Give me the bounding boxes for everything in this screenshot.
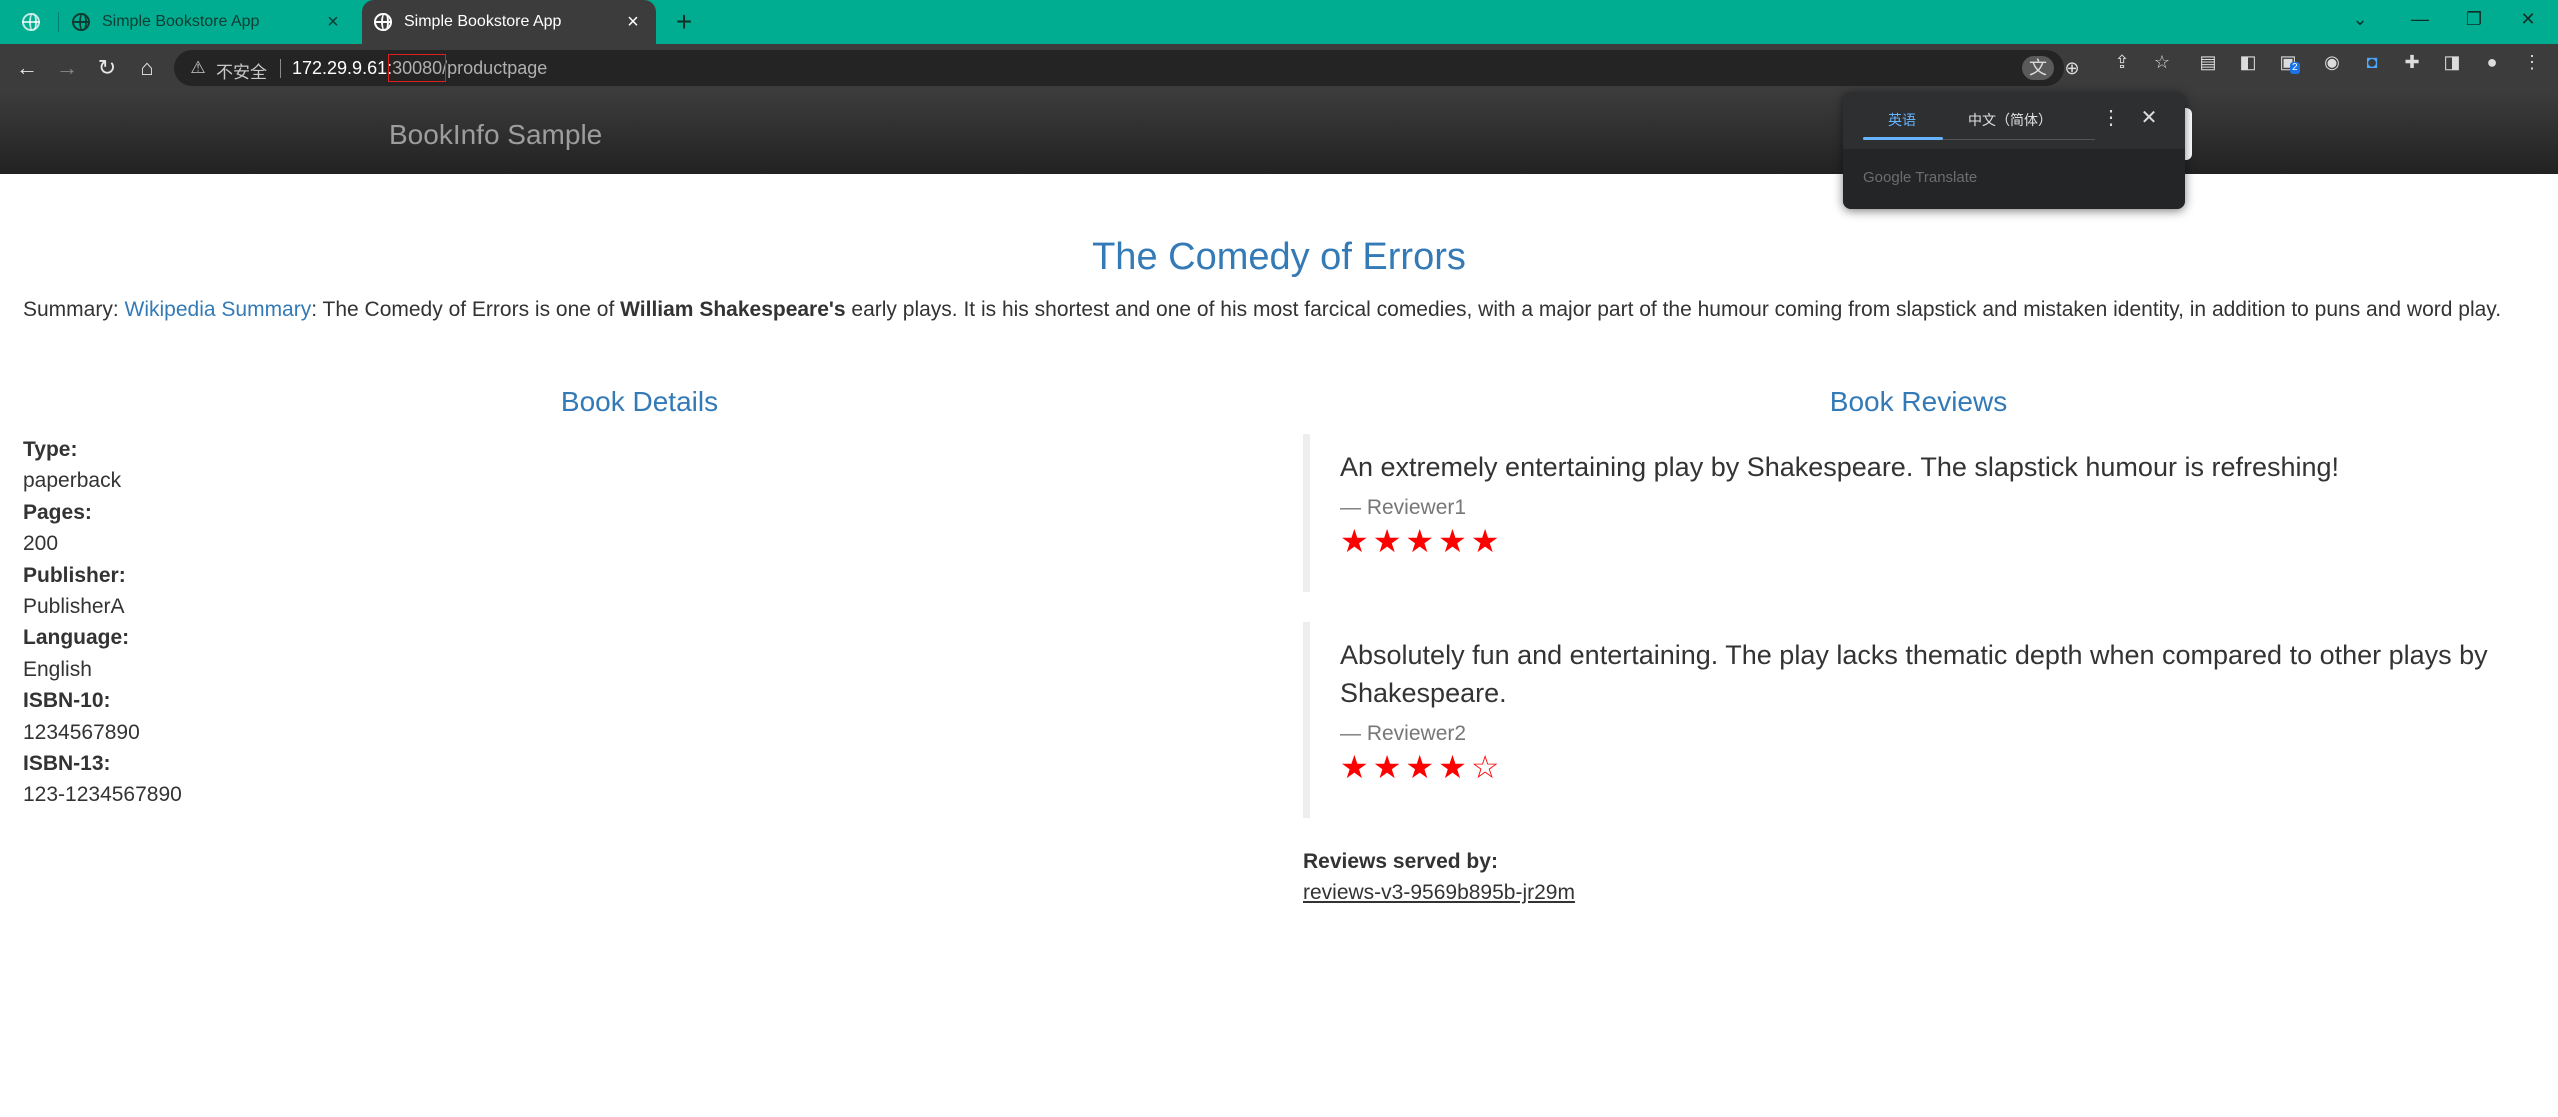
review-text: Absolutely fun and entertaining. The pla… <box>1340 640 2488 708</box>
detail-value: PublisherA <box>23 594 125 618</box>
tab-title: Simple Bookstore App <box>102 13 260 30</box>
url-port: 30080 <box>388 54 447 82</box>
tab-title: Simple Bookstore App <box>404 13 562 30</box>
extensions-puzzle-icon[interactable]: ✚ <box>2400 50 2424 74</box>
globe-icon <box>374 13 392 31</box>
share-icon[interactable]: ⇪ <box>2110 50 2134 74</box>
detail-label: ISBN-13: <box>23 751 111 775</box>
extension-badge-icon[interactable]: ▣ 2 <box>2276 50 2300 74</box>
bookmark-star-icon[interactable]: ☆ <box>2150 50 2174 74</box>
detail-value: paperback <box>23 469 122 493</box>
translate-active-underline <box>1863 137 1943 140</box>
reviews-served-by-pod[interactable]: reviews-v3-9569b895b-jr29m <box>1303 881 1575 905</box>
new-tab-button[interactable]: + <box>670 8 698 36</box>
zoom-icon[interactable]: ⊕ <box>2060 56 2084 80</box>
tab-search-button[interactable]: ⌄ <box>2330 0 2390 40</box>
url-host: 172.29.9.61: <box>292 58 393 78</box>
translate-header: 英语 中文（简体） ⋮ ✕ <box>1843 92 2185 149</box>
translate-popup: 英语 中文（简体） ⋮ ✕ Google Translate <box>1843 92 2185 209</box>
review-author: — Reviewer2 <box>1340 722 1467 745</box>
star-rating: ★★★★☆ <box>1340 748 1504 786</box>
extension-badge-count: 2 <box>2290 62 2300 74</box>
forward-arrow-icon[interactable]: → <box>53 54 81 82</box>
reload-icon[interactable]: ↻ <box>93 54 121 82</box>
omnibox-divider <box>280 59 281 78</box>
book-details-heading: Book Details <box>560 386 719 417</box>
book-reviews-heading: Book Reviews <box>1829 386 2008 417</box>
back-arrow-icon[interactable]: ← <box>13 54 41 82</box>
restore-button[interactable]: ❐ <box>2444 0 2504 40</box>
url-path: /productpage <box>442 58 548 78</box>
address-bar[interactable]: ⚠ 不安全 172.29.9.61:30080/productpage 文 ⊕ <box>174 50 2080 86</box>
book-details-list: Type: paperback Pages: 200 Publisher: Pu… <box>23 434 182 811</box>
detail-value: 1234567890 <box>23 720 140 744</box>
detail-label: Pages: <box>23 500 92 524</box>
side-panel-icon[interactable]: ◨ <box>2440 50 2464 74</box>
browser-toolbar: ← → ↻ ⌂ ⚠ 不安全 172.29.9.61:30080/productp… <box>0 44 2558 92</box>
book-summary: Summary: Wikipedia Summary: The Comedy o… <box>23 294 2543 325</box>
navbar-brand[interactable]: BookInfo Sample <box>389 119 602 151</box>
book-title: The Comedy of Errors <box>1092 236 1466 278</box>
translate-icon[interactable]: 文 <box>2022 56 2054 80</box>
tab-close-icon[interactable]: × <box>622 11 644 33</box>
translate-source-tab[interactable]: 英语 <box>1888 110 1916 130</box>
detail-value: English <box>23 657 92 681</box>
tab-separator <box>58 12 59 32</box>
translate-target-tab[interactable]: 中文（简体） <box>1968 110 2052 130</box>
review-card: Absolutely fun and entertaining. The pla… <box>1303 622 2533 818</box>
tab-inactive[interactable]: Simple Bookstore App × <box>70 0 356 44</box>
more-options-icon[interactable]: ⋮ <box>2099 106 2123 130</box>
review-author: — Reviewer1 <box>1340 496 1467 519</box>
url-text[interactable]: 172.29.9.61:30080/productpage <box>292 54 548 82</box>
reviews-served-by-label: Reviews served by: <box>1303 850 1498 873</box>
extension-list-icon[interactable]: ▤ <box>2196 50 2220 74</box>
extension-camera-icon[interactable]: ◉ <box>2320 50 2344 74</box>
tab-close-icon[interactable]: × <box>322 11 344 33</box>
close-window-button[interactable]: ✕ <box>2498 0 2558 40</box>
tab-active[interactable]: Simple Bookstore App × <box>362 0 656 44</box>
close-icon[interactable]: ✕ <box>2137 106 2161 130</box>
review-card: An extremely entertaining play by Shakes… <box>1303 434 2533 592</box>
pinned-tab[interactable] <box>22 0 62 44</box>
summary-text-1: : The Comedy of Errors is one of <box>311 298 621 321</box>
review-text: An extremely entertaining play by Shakes… <box>1340 452 2340 482</box>
star-rating: ★★★★★ <box>1340 522 1504 560</box>
detail-label: ISBN-10: <box>23 689 111 713</box>
summary-text-2: early plays. It is his shortest and one … <box>845 298 2502 321</box>
security-label[interactable]: 不安全 <box>216 58 267 83</box>
menu-icon[interactable]: ⋮ <box>2520 50 2544 74</box>
tab-strip: Simple Bookstore App × Simple Bookstore … <box>0 0 2558 44</box>
globe-icon <box>72 13 90 31</box>
detail-label: Language: <box>23 626 130 650</box>
wikipedia-summary-link[interactable]: Wikipedia Summary <box>125 298 312 321</box>
extension-blue-icon[interactable]: ◘ <box>2360 50 2384 74</box>
google-translate-label: Google Translate <box>1863 169 1978 186</box>
warning-icon[interactable]: ⚠ <box>188 58 208 78</box>
profile-icon[interactable]: ● <box>2480 50 2504 74</box>
detail-label: Publisher: <box>23 563 126 587</box>
detail-value: 123-1234567890 <box>23 783 182 807</box>
summary-author: William Shakespeare's <box>620 298 846 321</box>
extension-chat-icon[interactable]: ◧ <box>2236 50 2260 74</box>
detail-value: 200 <box>23 532 59 556</box>
home-icon[interactable]: ⌂ <box>133 54 161 82</box>
translate-body: Google Translate <box>1843 149 2185 209</box>
detail-label: Type: <box>23 438 78 461</box>
globe-icon <box>22 13 40 31</box>
minimize-button[interactable]: — <box>2390 0 2450 40</box>
summary-prefix: Summary: <box>23 298 125 321</box>
